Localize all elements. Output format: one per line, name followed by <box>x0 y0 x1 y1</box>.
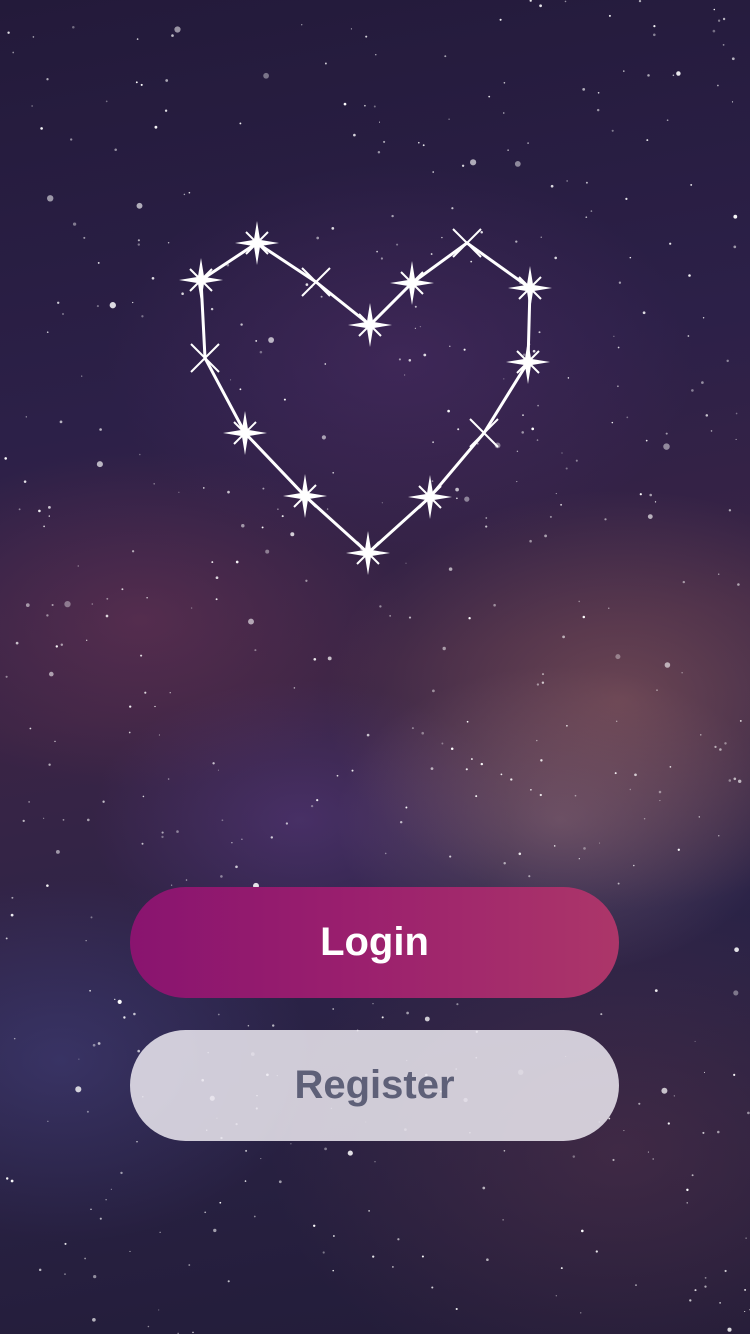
login-button[interactable]: Login <box>130 887 619 998</box>
small-star <box>469 418 499 448</box>
register-button[interactable]: Register <box>130 1030 619 1141</box>
small-star <box>301 267 331 297</box>
small-star <box>452 228 482 258</box>
welcome-screen: Login Register <box>0 0 750 1334</box>
